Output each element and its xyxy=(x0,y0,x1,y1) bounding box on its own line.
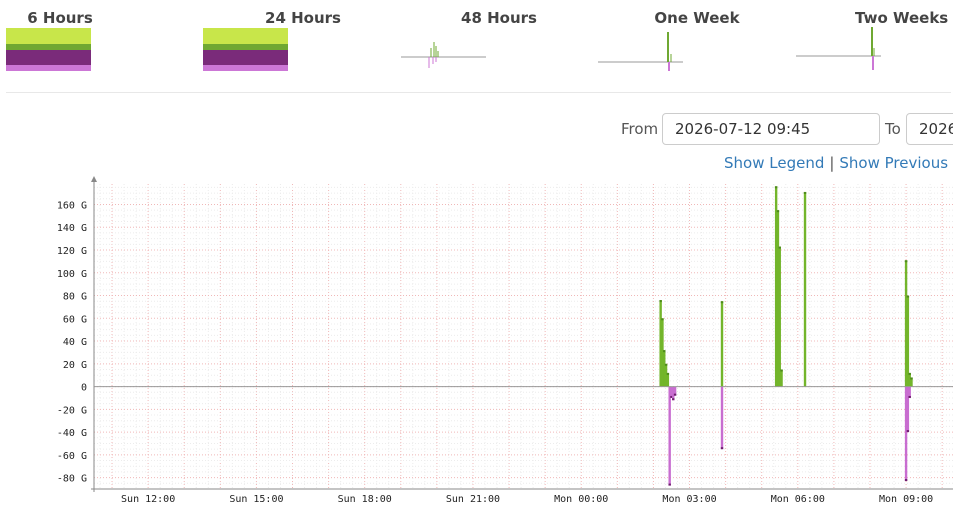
y-tick-label: 160 G xyxy=(57,200,87,211)
data-spike-tip xyxy=(673,393,677,396)
y-tick-label: 40 G xyxy=(63,337,87,348)
to-date-input[interactable] xyxy=(906,113,953,145)
traffic-chart: 160 G 140 G 120 G 100 G 80 G 60 G 40 G 20 G 0 -20… xyxy=(57,176,953,505)
period-48-hours[interactable]: 48 Hours xyxy=(398,0,537,80)
period-one-week[interactable]: One Week xyxy=(595,0,740,80)
data-spike xyxy=(666,372,670,387)
period-thumbnail xyxy=(203,28,288,71)
data-spike-tip xyxy=(659,300,662,303)
data-spike-tip xyxy=(910,377,913,380)
link-separator: | xyxy=(829,154,835,172)
y-tick-label: 60 G xyxy=(63,314,87,325)
data-spike-tip xyxy=(908,395,911,398)
section-divider xyxy=(6,92,951,93)
chart-grid xyxy=(94,184,953,490)
y-tick-label: -20 G xyxy=(57,405,87,416)
y-axis-arrow xyxy=(91,176,97,182)
period-thumbnail xyxy=(796,27,881,70)
data-spike-tip xyxy=(776,210,780,213)
data-spike-tip xyxy=(778,246,781,249)
x-tick-label: Mon 03:00 xyxy=(662,494,716,505)
from-label: From xyxy=(621,120,659,138)
data-spike-tip xyxy=(720,447,724,450)
x-tick-label: Sun 15:00 xyxy=(229,494,283,505)
x-tick-label: Mon 06:00 xyxy=(771,494,825,505)
data-spike-tip xyxy=(663,350,666,353)
data-spike-tip xyxy=(720,301,724,304)
y-tick-label: 100 G xyxy=(57,269,87,280)
x-tick-label: Mon 00:00 xyxy=(554,494,608,505)
x-tick-label: Sun 21:00 xyxy=(446,494,500,505)
chart-marks xyxy=(659,186,913,486)
period-two-weeks[interactable]: Two Weeks xyxy=(793,0,948,80)
data-spike xyxy=(803,191,807,387)
period-title: Two Weeks xyxy=(855,9,949,27)
period-thumbnail xyxy=(401,42,486,68)
x-tick-label: Sun 18:00 xyxy=(338,494,392,505)
data-spike-tip xyxy=(664,363,668,366)
data-spike xyxy=(668,386,671,486)
x-tick-label: Sun 12:00 xyxy=(121,494,175,505)
y-tick-label: -80 G xyxy=(57,474,87,485)
to-label: To xyxy=(885,120,901,138)
data-spike-tip xyxy=(906,295,910,298)
y-tick-label: 140 G xyxy=(57,223,87,234)
period-title: 48 Hours xyxy=(461,9,537,27)
show-previous-link[interactable]: Show Previous xyxy=(839,154,948,172)
x-tick-label: Mon 09:00 xyxy=(879,494,933,505)
data-spike-tip xyxy=(780,369,783,372)
show-legend-link[interactable]: Show Legend xyxy=(724,154,824,172)
y-tick-label: 0 xyxy=(81,383,87,394)
period-thumbnail xyxy=(6,28,91,71)
data-spike-tip xyxy=(803,191,807,194)
y-tick-label: -40 G xyxy=(57,428,87,439)
data-spike-tip xyxy=(904,260,908,263)
data-spike-tip xyxy=(668,483,671,486)
data-spike-tip xyxy=(906,430,910,433)
data-spike-tip xyxy=(661,318,664,321)
data-spike xyxy=(780,369,783,387)
data-spike xyxy=(720,386,724,450)
period-24-hours[interactable]: 24 Hours xyxy=(200,0,341,80)
data-spike-tip xyxy=(672,398,675,401)
y-tick-label: -60 G xyxy=(57,451,87,462)
data-spike-tip xyxy=(908,372,911,375)
y-tick-label: 80 G xyxy=(63,292,87,303)
from-date-input[interactable] xyxy=(662,113,880,145)
period-title: One Week xyxy=(654,9,740,27)
data-spike xyxy=(778,246,781,387)
period-thumbnail xyxy=(598,32,683,71)
period-title: 6 Hours xyxy=(27,9,93,27)
chart-links: Show Legend|Show Previous| xyxy=(724,154,953,172)
period-6-hours[interactable]: 6 Hours xyxy=(3,0,93,80)
chart-labels: 160 G 140 G 120 G 100 G 80 G 60 G 40 G 20 G 0 -20… xyxy=(57,200,933,505)
data-spike xyxy=(720,301,724,387)
y-tick-label: 120 G xyxy=(57,246,87,257)
data-spike-tip xyxy=(774,186,778,189)
data-spike-tip xyxy=(666,372,670,375)
period-title: 24 Hours xyxy=(265,9,341,27)
y-tick-label: 20 G xyxy=(63,360,87,371)
data-spike-tip xyxy=(904,479,908,482)
